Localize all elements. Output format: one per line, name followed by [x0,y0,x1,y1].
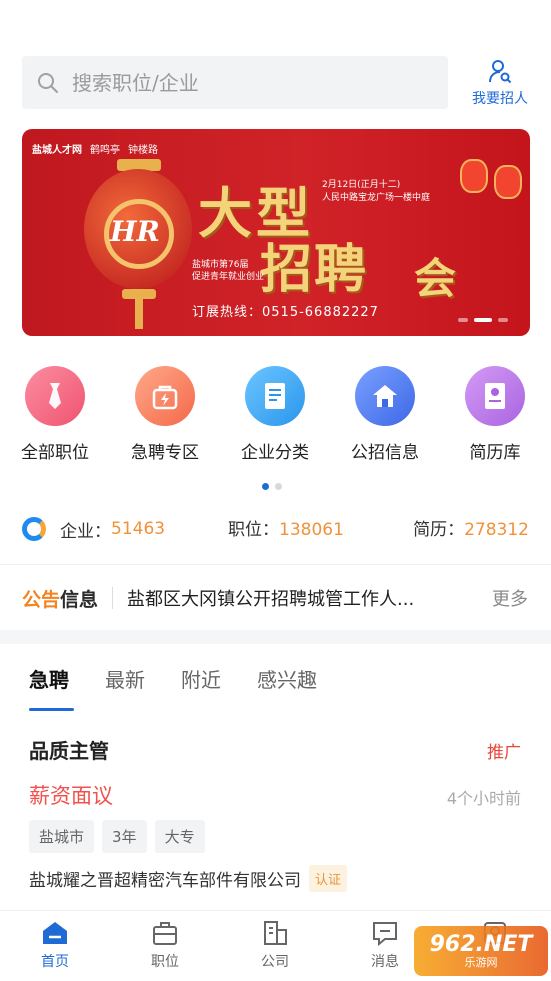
tab-nearby[interactable]: 附近 [181,664,221,711]
banner-dot-3[interactable] [498,318,508,322]
person-search-icon [489,60,512,84]
banner-dot-1[interactable] [458,318,468,322]
banner-logo-1: 盐城人才网 [32,145,82,156]
category-urgent[interactable]: 急聘专区 [110,366,220,463]
nav-home[interactable]: 首页 [10,919,100,971]
resume-count-label: 简历： [413,520,465,540]
watermark-logo: 962.NET 乐游网 [414,926,548,976]
banner-title-3: 会 [414,254,457,303]
job-posted-time: 4个小时前 [446,789,521,808]
building-icon [264,921,287,945]
banner-pagination [458,318,508,322]
category-all-jobs[interactable]: 全部职位 [0,366,110,463]
tie-icon [25,366,85,426]
lantern-tassel [135,299,143,329]
search-bar[interactable] [22,56,448,109]
recruit-button[interactable]: 我要招人 [466,58,534,108]
banner-date: 2月12日(正月十二) 人民中路宝龙广场一楼中庭 [322,180,431,203]
notice-bar[interactable]: 公告信息 盐都区大冈镇公开招聘城管工作人... 更多 [22,583,532,613]
banner-logo-2: 鹤鸣亭 [90,145,120,156]
category-grid: 全部职位 急聘专区 企业分类 公招信息 简历库 [0,366,551,466]
divider [0,564,551,565]
lantern-small-2-icon [494,165,522,199]
job-tags: 盐城市 3年 大专 [29,820,205,853]
recruit-label: 我要招人 [472,91,528,107]
resume-count-value: 278312 [464,520,529,540]
search-input[interactable] [72,70,392,95]
message-icon [373,922,397,947]
notice-tag: 公告信息 [22,588,99,611]
company-row: 盐城耀之晋超精密汽车部件有限公司 认证 [29,865,348,892]
job-count-label: 职位： [228,520,279,540]
home-icon [355,366,415,426]
search-icon [38,72,58,93]
job-title: 品质主管 [29,739,109,763]
resume-count: 简历：278312 [413,515,529,540]
briefcase-icon [153,922,177,945]
category-pagination [262,483,282,490]
bag-lightning-icon [135,366,195,426]
tab-latest[interactable]: 最新 [105,664,145,711]
category-company-type[interactable]: 企业分类 [220,366,330,463]
lantern-graphic: HR [84,169,192,289]
category-page-dot-1[interactable] [262,483,269,490]
banner-title-2: 招聘 [260,239,369,300]
category-resume-bank[interactable]: 简历库 [440,366,550,463]
notice-text[interactable]: 盐都区大冈镇公开招聘城管工作人... [127,585,457,611]
banner-subtitle: 盐城市第76届 促进青年就业创业 [192,260,265,282]
document-icon [245,366,305,426]
notice-more-link[interactable]: 更多 [492,585,528,611]
job-count: 职位：138061 [228,515,344,540]
job-tag-experience: 3年 [102,820,147,853]
banner-hotline: 订展热线：0515-66882227 [192,305,379,320]
job-tag-education: 大专 [154,820,205,853]
company-count-value: 51463 [111,519,166,539]
company-count-label: 企业： [60,521,111,542]
job-tabs: 急聘 最新 附近 感兴趣 [29,664,317,711]
category-page-dot-2[interactable] [275,483,282,490]
nav-companies[interactable]: 公司 [230,919,320,971]
nav-jobs[interactable]: 职位 [120,919,210,971]
stats-ring-icon [22,517,46,541]
job-count-value: 138061 [279,520,344,540]
verified-badge: 认证 [309,865,348,892]
tab-interested[interactable]: 感兴趣 [257,664,317,711]
lantern-small-1-icon [460,159,488,193]
notice-separator [112,587,114,609]
banner-logos: 盐城人才网 鹤鸣亭 钟楼路 [32,141,158,156]
home-tab-icon [43,922,67,944]
resume-icon [465,366,525,426]
section-gap [0,630,551,644]
hr-logo: HR [110,215,160,248]
category-public-recruitment[interactable]: 公招信息 [330,366,440,463]
banner-logo-3: 钟楼路 [128,145,158,156]
promoted-badge: 推广 [487,743,521,763]
company-name: 盐城耀之晋超精密汽车部件有限公司 [29,871,301,891]
job-salary: 薪资面议 [29,784,113,808]
promo-banner[interactable]: 盐城人才网 鹤鸣亭 钟楼路 HR 2月12日(正月十二) 人民中路宝龙广场一楼中… [22,129,530,336]
job-tag-location: 盐城市 [29,820,95,853]
banner-dot-2[interactable] [474,318,492,322]
tab-urgent[interactable]: 急聘 [29,664,74,711]
lantern-base [122,289,156,299]
